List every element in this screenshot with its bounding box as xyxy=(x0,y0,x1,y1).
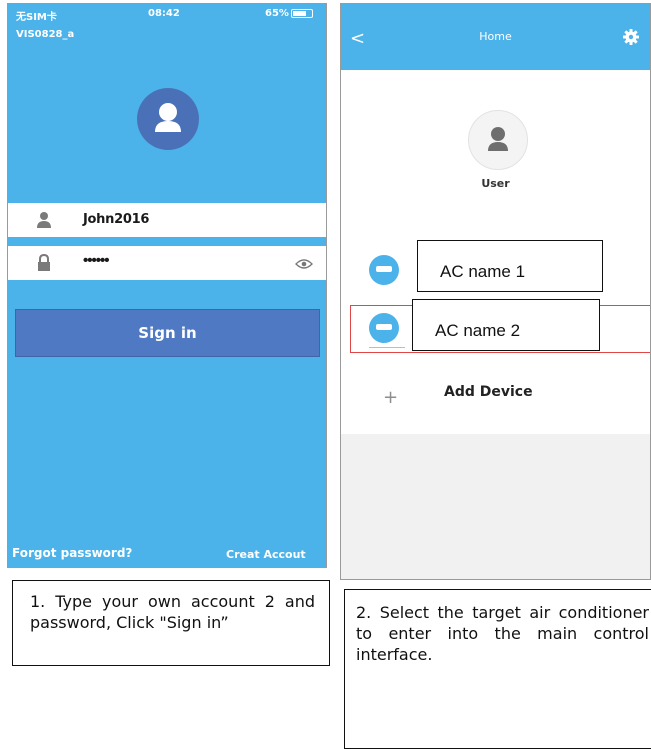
step-2-caption: 2. Select the target air conditioner to … xyxy=(344,589,651,749)
user-name-label: User xyxy=(481,177,510,190)
air-conditioner-icon[interactable] xyxy=(369,313,399,343)
create-account-link[interactable]: Creat Accout xyxy=(226,548,306,561)
sign-in-button[interactable]: Sign in xyxy=(15,309,320,357)
forgot-password-link[interactable]: Forgot password? xyxy=(12,546,132,560)
page-title: Home xyxy=(479,30,512,43)
username-field[interactable]: John2016 xyxy=(8,203,326,237)
username-value[interactable]: John2016 xyxy=(83,212,149,227)
home-screen: < Home User AC name 1 AC name 2 + Add De… xyxy=(340,3,651,580)
lock-icon xyxy=(36,253,52,272)
air-conditioner-icon[interactable] xyxy=(369,255,399,285)
login-screen: 无SIM卡 08:42 65% VIS0828_a John2016 •••••… xyxy=(7,3,327,568)
battery-percent: 65% xyxy=(265,8,289,19)
nav-bar: < Home xyxy=(341,4,650,70)
carrier-text: 无SIM卡 xyxy=(16,12,57,23)
battery-icon xyxy=(291,9,313,18)
wifi-ssid-label: VIS0828_a xyxy=(16,29,75,40)
password-field[interactable]: •••••• xyxy=(8,246,326,280)
plus-icon[interactable]: + xyxy=(383,387,398,408)
divider xyxy=(369,347,405,348)
gear-icon[interactable] xyxy=(623,29,639,45)
status-bar: 无SIM卡 08:42 65% xyxy=(8,4,326,24)
device-item-ac-2[interactable]: AC name 2 xyxy=(412,299,600,351)
add-device-button[interactable]: Add Device xyxy=(444,384,533,400)
user-icon[interactable] xyxy=(468,110,528,170)
device-item-ac-1[interactable]: AC name 1 xyxy=(417,240,603,292)
person-icon xyxy=(36,211,52,229)
step-1-caption: 1. Type your own account 2 and password,… xyxy=(12,580,330,666)
password-value[interactable]: •••••• xyxy=(83,252,109,269)
eye-icon[interactable] xyxy=(295,257,313,269)
user-avatar-icon xyxy=(137,88,199,150)
clock-text: 08:42 xyxy=(148,8,180,19)
